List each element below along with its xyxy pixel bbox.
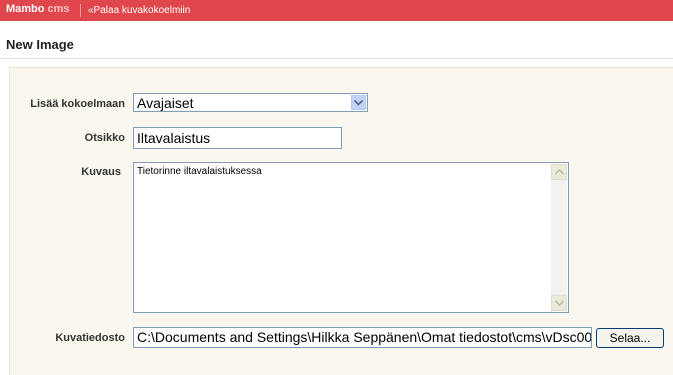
collection-select[interactable]: Avajaiset [133,93,368,112]
browse-button[interactable]: Selaa... [596,328,664,348]
file-path-input[interactable]: C:\Documents and Settings\Hilkka Seppäne… [133,327,592,348]
brand-suffix: cms [47,3,70,15]
mambo-logo: Mambo cms [6,3,70,15]
title-label: Otsikko [84,132,125,144]
description-label: Kuvaus [81,166,121,178]
collection-selected-value: Avajaiset [137,95,194,111]
description-text: Tietorinne iltavalaistuksessa [137,166,262,177]
scroll-up-button[interactable] [551,164,567,180]
brand-name: Mambo [6,3,45,15]
header-divider [80,4,81,17]
title-input[interactable] [133,127,342,149]
description-scrollbar[interactable] [551,164,567,311]
back-to-collections-link[interactable]: «Palaa kuvakokoelmiin [88,5,190,16]
chevron-down-icon [554,300,564,306]
scroll-down-button[interactable] [551,295,567,311]
top-bar: Mambo cms «Palaa kuvakokoelmiin [0,0,673,21]
file-label: Kuvatiedosto [55,332,125,344]
collection-label: Lisää kokoelmaan [30,98,125,110]
title-divider [0,58,673,59]
chevron-up-icon [554,169,564,175]
page-title: New Image [6,37,74,52]
description-textarea[interactable]: Tietorinne iltavalaistuksessa [133,162,569,313]
chevron-down-icon[interactable] [351,95,366,110]
